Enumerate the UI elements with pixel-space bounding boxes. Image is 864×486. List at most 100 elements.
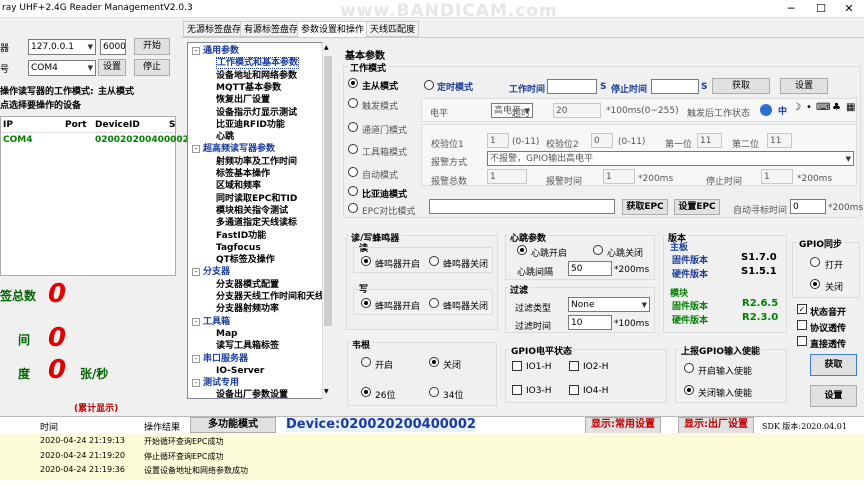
- set-button[interactable]: 设置: [810, 385, 857, 407]
- log-list[interactable]: 2020-04-24 21:19:13 开始循环查询EPC成功 2020-04-24…: [0, 433, 864, 480]
- tree-item[interactable]: 设备指示灯显示测试: [216, 107, 297, 119]
- check-io2[interactable]: [569, 361, 579, 371]
- ime-icon[interactable]: 中: [778, 104, 787, 117]
- tree-item[interactable]: QT标签及操作: [216, 254, 275, 266]
- tab-active-inventory[interactable]: 有源标签盘存: [240, 21, 303, 37]
- set-port-button[interactable]: 设置: [98, 59, 126, 76]
- tree-item[interactable]: 标签基本操作: [216, 168, 270, 180]
- check-io1[interactable]: [512, 361, 522, 371]
- user-icon[interactable]: [760, 104, 772, 116]
- filter-time-input[interactable]: 10: [568, 315, 612, 330]
- epc-input[interactable]: [429, 199, 615, 214]
- tree-item[interactable]: 分支器模式配置: [216, 279, 279, 291]
- tree-category[interactable]: - 工具箱: [192, 316, 230, 328]
- check2-input[interactable]: 0: [591, 133, 613, 148]
- radio-mode[interactable]: [348, 98, 358, 108]
- multi-mode-button[interactable]: 多功能模式: [190, 417, 276, 433]
- check-io3[interactable]: [512, 385, 522, 395]
- port-input[interactable]: 6000: [100, 39, 126, 55]
- radio-input-on[interactable]: [684, 363, 694, 373]
- radio-mode[interactable]: [348, 167, 358, 177]
- radio-buzzer-write-off[interactable]: [429, 298, 439, 308]
- radio-buzzer-write-on[interactable]: [361, 298, 371, 308]
- set-mode-button[interactable]: 设置: [780, 78, 828, 94]
- tree-item[interactable]: FastID功能: [216, 230, 266, 242]
- heart-interval-input[interactable]: 50: [568, 261, 612, 276]
- shirt-icon[interactable]: ♣: [832, 102, 841, 113]
- tab-passive-inventory[interactable]: 无源标签盘存: [183, 21, 246, 37]
- get-button[interactable]: 获取: [810, 354, 857, 376]
- tab-antenna-match[interactable]: 天线匹配度: [366, 21, 420, 37]
- tree-item[interactable]: 设备地址和网络参数: [216, 70, 297, 82]
- first-input[interactable]: 11: [697, 133, 722, 148]
- tree-item[interactable]: 读写工具箱标签: [216, 340, 279, 352]
- expander-icon[interactable]: -: [192, 317, 200, 326]
- radio-mode[interactable]: [348, 203, 358, 213]
- log-row[interactable]: 2020-04-24 21:19:36 设置设备地址和网络参数成功: [0, 463, 864, 477]
- tree-item[interactable]: 恢复出厂设置: [216, 94, 270, 106]
- radio-mode[interactable]: [348, 122, 358, 132]
- minimize-icon[interactable]: ─: [776, 0, 806, 18]
- tree-item[interactable]: 多通道指定天线读标: [216, 217, 297, 229]
- close-icon[interactable]: ✕: [834, 0, 864, 18]
- radio-buzzer-read-on[interactable]: [361, 256, 371, 266]
- tree-category[interactable]: - 通用参数: [192, 45, 239, 57]
- tree-item[interactable]: 比亚迪RFID功能: [216, 119, 285, 131]
- alarm-time-input[interactable]: 1: [603, 169, 635, 184]
- radio-buzzer-read-off[interactable]: [429, 256, 439, 266]
- radio-mode[interactable]: [348, 186, 358, 196]
- expander-icon[interactable]: -: [192, 354, 200, 363]
- stop-time-input[interactable]: 1: [761, 169, 793, 184]
- filter-type-select[interactable]: None ▼: [568, 297, 650, 312]
- tree-item[interactable]: 同时读取EPC和TID: [216, 193, 297, 205]
- tree-item[interactable]: 分支器天线工作时间和天线: [216, 291, 324, 303]
- tree-item[interactable]: 设备出厂参数设置: [216, 389, 288, 398]
- show-factory-button[interactable]: 显示:出厂设置: [678, 417, 754, 434]
- table-row[interactable]: COM4 020020200400002: [1, 135, 189, 147]
- radio-wiegand-off[interactable]: [429, 357, 439, 367]
- com-select[interactable]: COM4 ▼: [28, 60, 96, 76]
- tab-params[interactable]: 参数设置和操作: [297, 21, 369, 38]
- tree-category[interactable]: - 超高频读写器参数: [192, 143, 275, 155]
- tree-item[interactable]: 心跳: [216, 131, 234, 143]
- tree-scrollbar[interactable]: ▲ ▼: [322, 42, 333, 399]
- moon-icon[interactable]: ☽: [792, 102, 801, 113]
- radio-timed[interactable]: [424, 80, 434, 90]
- check-sound[interactable]: ✓: [797, 304, 807, 314]
- tree-category[interactable]: - 测试专用: [192, 377, 239, 389]
- get-mode-button[interactable]: 获取: [712, 78, 770, 94]
- timeout-input[interactable]: 20: [553, 103, 601, 118]
- alarm-select[interactable]: 不报警，GPIO输出高电平 ▼: [487, 151, 854, 166]
- set-epc-button[interactable]: 设置EPC: [674, 199, 720, 215]
- tree-item[interactable]: 模块相关指令测试: [216, 205, 288, 217]
- auto-clear-input[interactable]: 0: [790, 199, 826, 214]
- radio-wiegand-34[interactable]: [429, 387, 439, 397]
- expander-icon[interactable]: -: [192, 379, 200, 388]
- log-row[interactable]: 2020-04-24 21:19:20 停止循环查询EPC成功: [0, 449, 864, 463]
- maximize-icon[interactable]: ☐: [806, 0, 836, 18]
- radio-gpio-on[interactable]: [810, 257, 820, 267]
- check-direct[interactable]: [797, 336, 807, 346]
- device-table[interactable]: IP Port DeviceID S COM4 020020200400002: [0, 116, 189, 276]
- radio-wiegand-26[interactable]: [361, 387, 371, 397]
- scroll-thumb[interactable]: [324, 56, 332, 326]
- scroll-up-icon[interactable]: ▲: [324, 44, 329, 51]
- tree-item[interactable]: 区域和频率: [216, 180, 261, 192]
- worktime-input[interactable]: [547, 79, 597, 94]
- check1-input[interactable]: 1: [487, 133, 509, 148]
- tree-item[interactable]: 射频功率及工作时间: [216, 156, 297, 168]
- tree-item[interactable]: IO-Server: [216, 365, 264, 377]
- radio-heart-off[interactable]: [593, 245, 603, 255]
- get-epc-button[interactable]: 获取EPC: [622, 199, 668, 215]
- show-common-button[interactable]: 显示:常用设置: [585, 417, 661, 434]
- expander-icon[interactable]: -: [192, 268, 200, 277]
- keyboard-icon[interactable]: ⌨: [816, 102, 830, 113]
- tree-item[interactable]: MQTT基本参数: [216, 82, 281, 94]
- scroll-down-icon[interactable]: ▼: [324, 388, 329, 395]
- tree-category[interactable]: - 分支器: [192, 266, 230, 278]
- log-row[interactable]: 2020-04-24 21:19:13 开始循环查询EPC成功: [0, 434, 864, 448]
- dot-icon[interactable]: •: [806, 102, 812, 113]
- start-button[interactable]: 开始: [134, 38, 170, 55]
- grid-icon[interactable]: ▦: [846, 102, 855, 113]
- tree-item[interactable]: 工作模式和基本参数: [216, 57, 300, 70]
